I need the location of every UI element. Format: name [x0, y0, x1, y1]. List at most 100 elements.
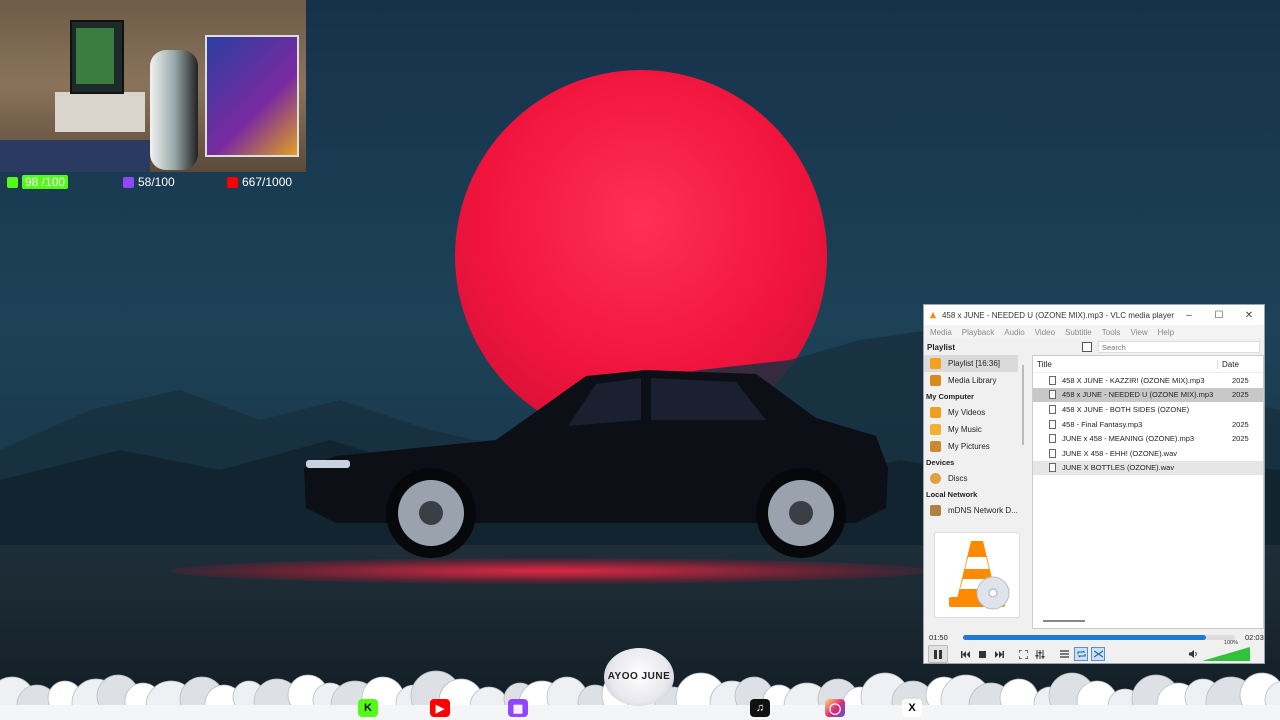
- file-icon: [1049, 390, 1056, 400]
- section-local-network: Local Network: [926, 490, 978, 499]
- table-row[interactable]: 458 - Final Fantasy.mp3 2025: [1033, 417, 1263, 432]
- channel-logo: AYOO JUNE: [604, 648, 674, 706]
- youtube-goal-value: 667/1000: [242, 175, 293, 189]
- vlc-cone-icon: [930, 311, 936, 319]
- menu-subtitle[interactable]: Subtitle: [1061, 328, 1098, 337]
- youtube-goal: 667/1000: [227, 175, 292, 189]
- vlc-window: 458 x JUNE - NEEDED U (OZONE MIX).mp3 - …: [923, 304, 1265, 664]
- kick-icon: K: [358, 699, 378, 717]
- library-icon: [930, 375, 941, 386]
- file-icon: [1049, 419, 1056, 429]
- music-icon: [930, 424, 941, 435]
- seek-progress: [963, 634, 1207, 640]
- webcam-shelf: [55, 92, 145, 132]
- total-time: 02:03: [1245, 632, 1264, 642]
- sidebar-label: My Music: [948, 425, 982, 434]
- sidebar-item-playlist[interactable]: Playlist [16:36]: [924, 355, 1018, 372]
- track-title: JUNE X BOTTLES (OZONE).wav: [1062, 463, 1175, 473]
- playlist-sidebar: Playlist [16:36] Media Library My Comput…: [924, 355, 1024, 535]
- menu-help[interactable]: Help: [1154, 328, 1180, 337]
- x-icon: X: [902, 699, 922, 717]
- table-row[interactable]: JUNE X 458 - EHH! (OZONE).wav: [1033, 446, 1263, 461]
- sidebar-label: My Videos: [948, 408, 986, 417]
- table-row[interactable]: JUNE X BOTTLES (OZONE).wav: [1033, 460, 1263, 476]
- twitch-goal-value: 58/100: [138, 175, 175, 189]
- section-devices: Devices: [926, 458, 955, 467]
- list-view-icon[interactable]: [1082, 342, 1092, 352]
- menu-audio[interactable]: Audio: [1000, 328, 1030, 337]
- menu-view[interactable]: View: [1126, 328, 1153, 337]
- menu-video[interactable]: Video: [1031, 328, 1061, 337]
- section-my-computer: My Computer: [926, 392, 974, 401]
- network-icon: [930, 505, 941, 516]
- track-date: 2025: [1232, 434, 1249, 444]
- sidebar-label: Media Library: [948, 376, 997, 385]
- album-art: [934, 532, 1020, 618]
- table-header: Title Date: [1033, 356, 1263, 373]
- menu-tools[interactable]: Tools: [1098, 328, 1127, 337]
- table-row[interactable]: 458 X JUNE - KAZZIR! (OZONE MIX).mp3 202…: [1033, 373, 1263, 388]
- sidebar-item-discs[interactable]: Discs: [924, 470, 1024, 487]
- webcam-screen: [76, 28, 114, 84]
- webcam-poster: [205, 35, 299, 157]
- twitch-goal: 58/100: [123, 175, 175, 189]
- window-title: 458 x JUNE - NEEDED U (OZONE MIX).mp3 - …: [941, 310, 1174, 320]
- seek-bar-row: 01:50 02:03: [924, 631, 1264, 643]
- elapsed-time: 01:50: [929, 632, 948, 642]
- file-icon: [1049, 404, 1056, 414]
- file-icon: [1049, 434, 1056, 444]
- vlc-titlebar[interactable]: 458 x JUNE - NEEDED U (OZONE MIX).mp3 - …: [924, 305, 1264, 325]
- track-title: 458 x JUNE - NEEDED U (OZONE MIX).mp3: [1062, 390, 1214, 400]
- webcam-desk: [0, 140, 150, 172]
- track-title: 458 X JUNE - BOTH SIDES (OZONE): [1062, 404, 1190, 414]
- youtube-icon: [227, 176, 238, 188]
- track-title: 458 X JUNE - KAZZIR! (OZONE MIX).mp3: [1062, 375, 1205, 385]
- instagram-icon: ◯: [825, 699, 845, 717]
- playlist-header: Playlist Search: [924, 339, 1264, 355]
- sidebar-item-my-music[interactable]: My Music: [924, 421, 1024, 438]
- menu-media[interactable]: Media: [926, 328, 958, 337]
- track-title: JUNE x 458 - MEANING (OZONE).mp3: [1062, 434, 1195, 444]
- column-date[interactable]: Date: [1217, 359, 1239, 369]
- seek-slider[interactable]: [963, 634, 1235, 640]
- sidebar-scrollbar[interactable]: [1022, 365, 1024, 445]
- video-icon: [930, 407, 941, 418]
- pictures-icon: [930, 441, 941, 452]
- table-row[interactable]: 458 X JUNE - BOTH SIDES (OZONE): [1033, 402, 1263, 417]
- playlist-search-input[interactable]: Search: [1098, 341, 1260, 353]
- kick-icon: [7, 176, 18, 188]
- file-icon: [1049, 463, 1056, 473]
- sidebar-label: Playlist [16:36]: [948, 359, 1001, 368]
- webcam-chair: [150, 50, 198, 170]
- track-title: JUNE X 458 - EHH! (OZONE).wav: [1062, 448, 1178, 458]
- kick-goal: 98 /100: [7, 175, 69, 189]
- webcam-overlay: [0, 0, 306, 172]
- playlist-heading: Playlist: [927, 342, 956, 352]
- menu-playback[interactable]: Playback: [958, 328, 1000, 337]
- track-date: 2025: [1232, 375, 1249, 385]
- playlist-table: Title Date 458 X JUNE - KAZZIR! (OZONE M…: [1032, 355, 1264, 629]
- logo-text: AYOO JUNE: [607, 671, 671, 682]
- sidebar-item-my-pictures[interactable]: My Pictures: [924, 438, 1024, 455]
- twitch-icon: ▩: [508, 699, 528, 717]
- sidebar-label: Discs: [948, 474, 968, 483]
- tiktok-icon: ♫: [750, 699, 770, 717]
- sidebar-label: mDNS Network D...: [948, 506, 1018, 515]
- maximize-button[interactable]: ☐: [1204, 310, 1234, 321]
- kick-goal-value: 98 /100: [22, 175, 69, 189]
- close-button[interactable]: ✕: [1234, 310, 1264, 321]
- table-row[interactable]: JUNE x 458 - MEANING (OZONE).mp3 2025: [1033, 431, 1263, 446]
- sidebar-item-my-videos[interactable]: My Videos: [924, 404, 1024, 421]
- table-row-selected[interactable]: 458 x JUNE - NEEDED U (OZONE MIX).mp3 20…: [1033, 387, 1263, 403]
- minimize-button[interactable]: –: [1174, 310, 1204, 321]
- column-title[interactable]: Title: [1033, 360, 1217, 369]
- track-date: 2025: [1232, 390, 1249, 400]
- vlc-cone-art-icon: [949, 541, 1010, 610]
- horizontal-scrollbar[interactable]: [1043, 620, 1085, 622]
- playlist-icon: [930, 358, 941, 369]
- sidebar-item-mdns[interactable]: mDNS Network D...: [924, 502, 1024, 519]
- menu-bar: Media Playback Audio Video Subtitle Tool…: [924, 325, 1264, 339]
- twitch-icon: [123, 176, 134, 188]
- youtube-icon: ▶: [430, 699, 450, 717]
- sidebar-item-media-library[interactable]: Media Library: [924, 372, 1024, 389]
